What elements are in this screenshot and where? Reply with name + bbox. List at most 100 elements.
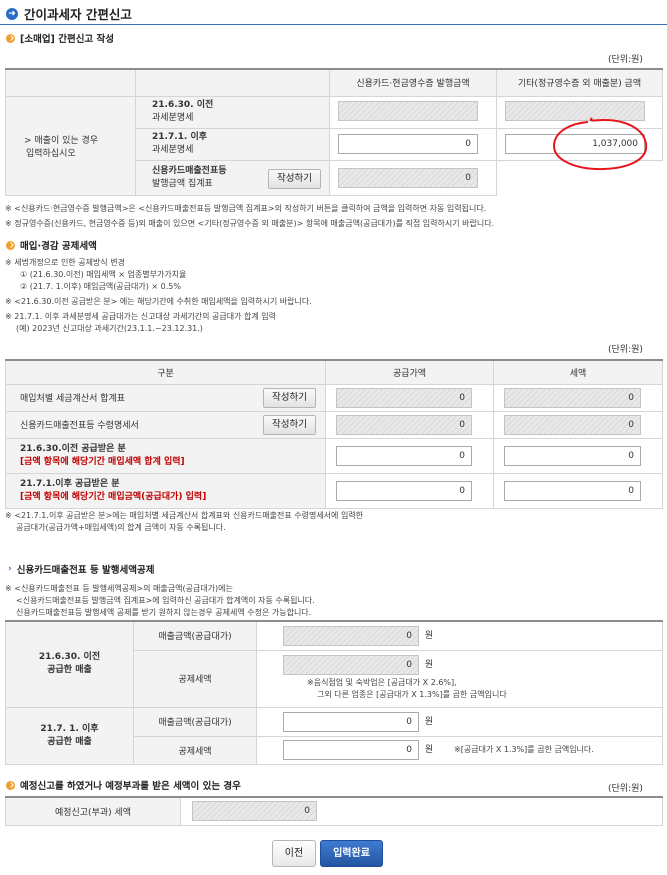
groupA-sales-label: 매출금액(공급대가) [133,620,257,651]
sales-side-label: > 매출이 있는 경우 입력하십시오 [5,95,136,196]
side-label-line1: > 매출이 있는 경우 [24,135,99,146]
row3-card-input: 0 [338,167,478,188]
section1-note2: ※ 정규영수증(신용카드, 현금영수증 등)외 매출이 있으면 <기타(정규영수… [5,219,495,228]
section1-unit: (단위:원) [608,55,643,65]
groupA-won1: 원 [424,630,434,641]
groupB-sales-input[interactable]: 0 [283,711,419,732]
section3-note3: 신용카드매출전표등 발행세액 공제를 받기 원하지 않는경우 공제세액 수정은 … [16,608,312,617]
card-receipt-write-button[interactable]: 작성하기 [263,414,316,435]
sales-header-empty-1 [5,68,136,97]
section2-note-c1: (예) 2023년 신고대상 과세기간(23.1.1.~23.12.31.) [16,324,203,333]
prepaid-table: 예정신고(부과) 세액 0 [5,796,663,826]
groupB-label: 21.7. 1. 이후 공급한 매출 [5,706,134,765]
annotation-circle [552,117,648,171]
col-kind-header: 구분 [5,359,326,385]
col-card-header: 신용카드·현금영수증 발행금액 [329,68,497,97]
chevron-right-icon: › [8,564,12,574]
card-summary-write-button[interactable]: 작성하기 [268,168,321,189]
purchase-row3-label: 21.6.30.이전 공급받은 분 [20,443,126,454]
row4-tax-input[interactable]: 0 [504,480,641,501]
section2-note-b: ※ <21.6.30.이전 공급받은 분> 에는 해당기간에 수취한 매입세액을… [5,297,312,306]
purchase-row3-sub: [금액 항목에 해당기간 매입세액 합계 입력] [20,456,185,467]
page-title: ➜ 간이과세자 간편신고 [6,4,132,23]
section2-title-text: 매입·경감 공제세액 [20,241,97,252]
purchase-table: 구분 공급가액 세액 매입처별 세금계산서 합계표 작성하기 0 0 신용카드매… [5,359,663,509]
groupB-note: ※[공급대가 X 1.3%]를 곱한 금액입니다. [454,745,594,754]
section2-note-c: ※ 21.7.1. 이후 과세분명세 공급대가는 신고대상 과세기간의 공급대가… [5,312,277,321]
purchase-row4: 21.7.1.이후 공급받은 분 [금액 항목에 해당기간 매입금액(공급대가)… [5,472,326,509]
section1-title: [소매업] 간편신고 작성 [6,31,114,45]
groupA-sales-input: 0 [283,625,419,646]
groupA-deduct-cell: 0 원 ※음식점업 및 숙박업은 [공급대가 X 2.6%], 그외 다른 업종… [256,649,663,708]
row2-supply-input: 0 [336,414,472,435]
title-divider [0,24,667,25]
groupB-label-l2: 공급한 매출 [47,736,92,747]
section2-note-a1: ① (21.6.30.이전) 매입세액 × 업종별부가가치율 [20,270,187,279]
groupA-label-l2: 공급한 매출 [47,665,92,676]
groupA-deduct-label: 공제세액 [133,649,257,708]
prepaid-cell: 0 [180,796,663,826]
row3-label: 신용카드매출전표등 발행금액 집계표 작성하기 [135,159,330,196]
groupB-won2: 원 [424,745,434,755]
prepaid-input: 0 [192,801,317,822]
section3-note2: <신용카드매출전표등 발행금액 집계표>에 입력하신 공급대가 합계액이 자동 … [16,596,315,605]
side-label-line2: 입력하십시오 [26,148,76,159]
row2-label: 21.7.1. 이후 과세분명세 [135,127,330,161]
groupA-label: 21.6.30. 이전 공급한 매출 [5,620,134,708]
groupA-won2: 원 [424,659,434,670]
section4-unit: (단위:원) [608,784,643,794]
row1-label-l1: 21.6.30. 이전 [152,100,214,110]
row2-card-input[interactable]: 0 [338,134,478,154]
groupB-deduct-cell: 0 원 ※[공급대가 X 1.3%]를 곱한 금액입니다. [256,735,663,765]
section2-note-a2: ② (21.7. 1.이후) 매입금액(공급대가) × 0.5% [20,282,181,291]
purchase-row1-label: 매입처별 세금계산서 합계표 [20,394,126,404]
col-tax-header: 세액 [493,359,663,385]
groupA-sales-cell: 0 원 [256,620,663,651]
page-title-text: 간이과세자 간편신고 [24,7,132,22]
tax-invoice-write-button[interactable]: 작성하기 [263,387,316,408]
purchase-row4-sub: [금액 항목에 해당기간 매입금액(공급대가) 입력] [20,491,207,502]
section3-title-text: 신용카드매출전표 등 발행세액공제 [16,565,155,576]
purchase-row1: 매입처별 세금계산서 합계표 작성하기 [5,383,326,412]
purchase-row2-label: 신용카드매출전표등 수령명세서 [20,421,139,431]
prepaid-label: 예정신고(부과) 세액 [5,796,181,826]
arrow-circle-icon: ➜ [6,7,18,20]
groupB-label-l1: 21.7. 1. 이후 [40,723,99,734]
section1-title-text: [소매업] 간편신고 작성 [20,34,114,45]
groupA-note1: ※음식점업 및 숙박업은 [공급대가 X 2.6%], [307,677,457,687]
section2-note-d2: 공급대가(공급가액+매입세액)의 합계 금액이 자동 수록됩니다. [16,523,226,532]
row3-tax-input[interactable]: 0 [504,445,641,466]
purchase-row2: 신용카드매출전표등 수령명세서 작성하기 [5,410,326,439]
purchase-row3: 21.6.30.이전 공급받은 분 [금액 항목에 해당기간 매입세액 합계 입… [5,437,326,474]
row2-label-l1: 21.7.1. 이후 [152,132,207,142]
section1-note1: ※ <신용카드·현금영수증 발행금액>은 <신용카드매출전표등 발행금액 집계표… [5,204,487,213]
row1-label: 21.6.30. 이전 과세분명세 [135,95,330,129]
groupB-won1: 원 [424,716,434,727]
row4-supply-input[interactable]: 0 [336,480,472,501]
groupB-deduct-input[interactable]: 0 [283,740,419,760]
groupB-sales-label: 매출금액(공급대가) [133,706,257,737]
col-supply-header: 공급가액 [325,359,494,385]
row1-tax-input: 0 [504,387,641,408]
row3-supply-input[interactable]: 0 [336,445,472,466]
card-deduction-table: 21.6.30. 이전 공급한 매출 매출금액(공급대가) 0 원 공제세액 0… [5,620,663,765]
section2-unit: (단위:원) [608,345,643,355]
row1-card-input [338,100,478,121]
row2-label-l2: 과세분명세 [152,145,194,155]
section3-title: › 신용카드매출전표 등 발행세액공제 [8,562,154,576]
sales-header-empty-2 [135,68,330,97]
section3-note1: ※ <신용카드매출전표 등 발행세액공제>의 매출금액(공급대가)에는 [5,584,233,593]
section4-title-text: 예정신고를 하였거나 예정부과를 받은 세액이 있는 경우 [20,781,241,792]
groupA-label-l1: 21.6.30. 이전 [38,652,101,663]
prev-button[interactable]: 이전 [272,840,316,867]
submit-button[interactable]: 입력완료 [320,840,383,867]
groupB-deduct-label: 공제세액 [133,735,257,765]
check-circle-icon [6,780,15,790]
row2-tax-input: 0 [504,414,641,435]
row1-label-l2: 과세분명세 [152,113,194,123]
groupA-note2: 그외 다른 업종은 [공급대가 X 1.3%]를 곱한 금액입니다 [317,689,507,699]
groupA-deduct-input: 0 [283,654,419,675]
section2-note-a: ※ 세법개정으로 인한 공제방식 변경 [5,258,125,267]
col-other-header: 기타(정규영수증 외 매출분) 금액 [496,68,663,97]
check-circle-icon [6,240,15,250]
